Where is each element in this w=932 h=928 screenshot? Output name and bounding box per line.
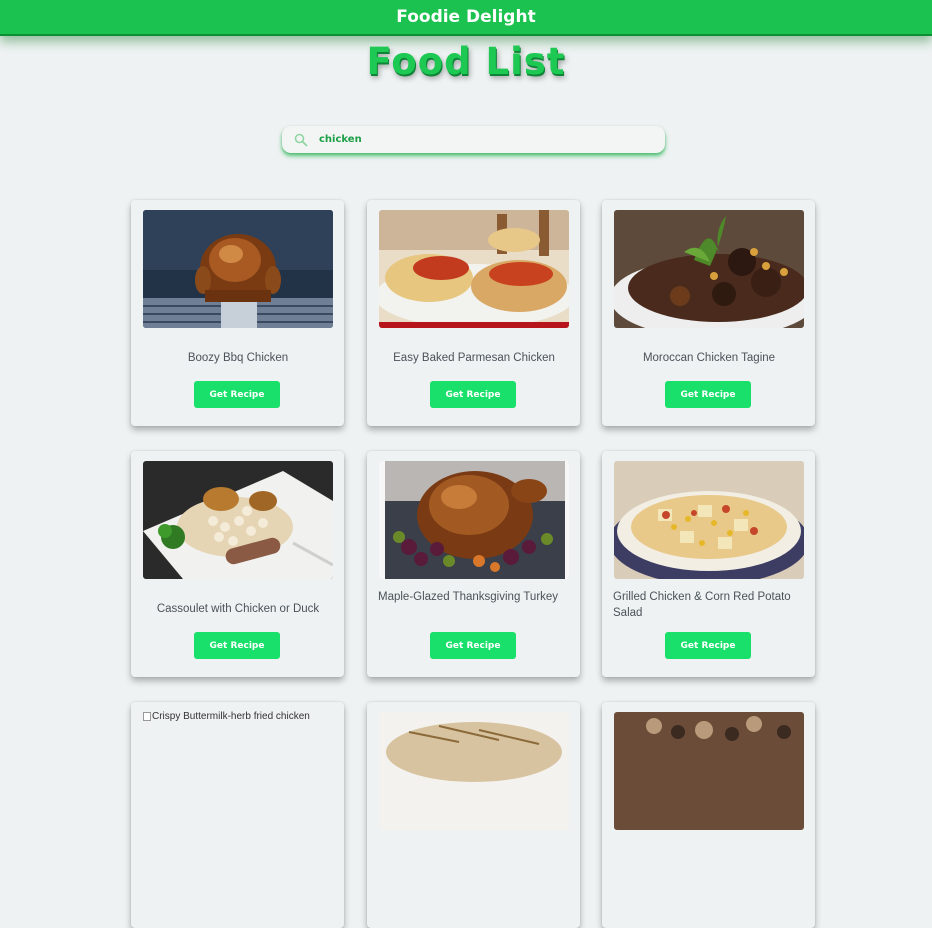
recipe-card: Easy Baked Parmesan Chicken Get Recipe: [367, 200, 580, 426]
recipe-image[interactable]: [143, 210, 333, 328]
recipe-image[interactable]: [379, 210, 569, 328]
get-recipe-button[interactable]: Get Recipe: [665, 381, 751, 408]
get-recipe-button[interactable]: Get Recipe: [430, 632, 516, 659]
recipe-title: Moroccan Chicken Tagine: [642, 352, 776, 364]
image-alt-text: Crispy Buttermilk-herb fried chicken: [152, 711, 310, 722]
broken-image[interactable]: Crispy Buttermilk-herb fried chicken: [143, 711, 310, 722]
recipe-card: Boozy Bbq Chicken Get Recipe: [131, 200, 344, 426]
recipe-card: Moroccan Chicken Tagine Get Recipe: [602, 200, 815, 426]
top-navbar: Foodie Delight: [0, 0, 932, 36]
recipe-card: Maple-Glazed Thanksgiving Turkey Get Rec…: [367, 451, 580, 677]
page-title: Food List: [366, 40, 566, 83]
recipe-title: Grilled Chicken & Corn Red Potato Salad: [613, 591, 791, 619]
recipe-title: Maple-Glazed Thanksgiving Turkey: [378, 591, 559, 603]
recipe-title: Easy Baked Parmesan Chicken: [393, 352, 555, 364]
recipe-image[interactable]: [379, 712, 569, 830]
get-recipe-button[interactable]: Get Recipe: [665, 632, 751, 659]
recipe-title: Boozy Bbq Chicken: [187, 352, 289, 364]
search-box[interactable]: [282, 126, 665, 153]
recipe-image[interactable]: [379, 461, 569, 579]
recipe-card: Cassoulet with Chicken or Duck Get Recip…: [131, 451, 344, 677]
recipe-title: Cassoulet with Chicken or Duck: [156, 603, 320, 615]
recipe-card: [602, 702, 815, 928]
get-recipe-button[interactable]: Get Recipe: [430, 381, 516, 408]
search-icon: [294, 133, 308, 147]
recipe-image[interactable]: [614, 712, 804, 830]
recipe-image[interactable]: [143, 461, 333, 579]
recipe-card: Crispy Buttermilk-herb fried chicken: [131, 702, 344, 928]
recipe-image[interactable]: [614, 210, 804, 328]
broken-image-icon: [143, 712, 151, 721]
recipe-image[interactable]: [614, 461, 804, 579]
recipe-card: Grilled Chicken & Corn Red Potato Salad …: [602, 451, 815, 677]
search-input[interactable]: [317, 133, 651, 146]
brand-name[interactable]: Foodie Delight: [396, 7, 535, 27]
get-recipe-button[interactable]: Get Recipe: [194, 632, 280, 659]
get-recipe-button[interactable]: Get Recipe: [194, 381, 280, 408]
recipe-card: [367, 702, 580, 928]
